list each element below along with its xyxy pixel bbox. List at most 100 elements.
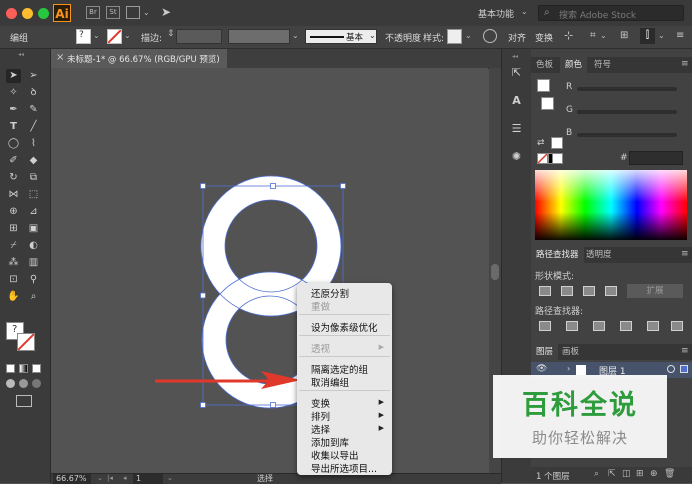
brush-chevron-icon[interactable]: ⌄	[369, 31, 376, 40]
brush-definition-dropdown[interactable]: 基本	[305, 29, 377, 44]
locate-object-icon[interactable]: ⌕	[594, 469, 599, 479]
exclude-icon[interactable]	[605, 286, 617, 296]
export-icon[interactable]: ⇱	[509, 65, 524, 80]
rotate-tool-icon[interactable]: ↻	[6, 171, 21, 185]
pathfinder-panel-menu-icon[interactable]: ≡	[681, 249, 689, 259]
draw-inside-icon[interactable]	[32, 379, 41, 388]
out-of-gamut-swatch[interactable]	[551, 137, 563, 149]
close-tab-icon[interactable]: ×	[56, 52, 64, 63]
zoom-tool-icon[interactable]: ⌕	[26, 290, 41, 304]
menu-item-add-to-library[interactable]: 添加到库	[311, 435, 349, 449]
blue-channel-slider[interactable]	[577, 133, 677, 137]
stroke-color-box[interactable]	[17, 333, 35, 351]
menu-item-isolate-group[interactable]: 隔离选定的组	[311, 362, 368, 376]
menu-item-select[interactable]: 选择	[311, 422, 330, 436]
layers-panel-menu-icon[interactable]: ≡	[681, 346, 689, 356]
red-channel-slider[interactable]	[577, 87, 677, 91]
ellipse-tool-icon[interactable]: ◯	[6, 137, 21, 151]
dock-collapse-icon[interactable]: ◂◂	[512, 53, 518, 60]
tab-layers[interactable]: 图层	[531, 344, 559, 360]
artboard-canvas[interactable]	[51, 68, 488, 473]
workspace-chevron-icon[interactable]: ⌄	[521, 7, 528, 16]
gradient-tool-icon[interactable]: ▣	[26, 222, 41, 236]
tab-pathfinder[interactable]: 路径查找器	[531, 247, 584, 263]
minus-front-icon[interactable]	[561, 286, 573, 296]
transform-link[interactable]: 变换	[535, 31, 553, 44]
align-left-icon[interactable]: ⫿	[640, 28, 655, 44]
stroke-weight-field[interactable]	[176, 29, 222, 44]
none-mode-icon[interactable]	[32, 364, 41, 373]
opacity-label[interactable]: 不透明度	[385, 31, 421, 44]
expand-layer-icon[interactable]: ›	[567, 364, 570, 373]
menu-item-pixel-optimize[interactable]: 设为像素级优化	[311, 320, 378, 334]
align-chevron-icon[interactable]: ⌄	[658, 31, 665, 40]
profile-chevron-icon[interactable]: ⌄	[292, 31, 299, 40]
menu-item-transform[interactable]: 变换	[311, 396, 330, 410]
panel-collapse-icon[interactable]: ◂◂	[18, 51, 24, 58]
menu-item-export-selection[interactable]: 导出所选项目...	[311, 461, 377, 475]
zoom-chevron-icon[interactable]: ⌄	[97, 474, 103, 482]
stroke-chevron-icon[interactable]: ⌄	[124, 31, 131, 40]
shaper-tool-icon[interactable]: ✐	[6, 154, 21, 168]
menu-item-collect-for-export[interactable]: 收集以导出	[311, 448, 359, 462]
isolate-chevron-icon[interactable]: ⌄	[600, 31, 607, 40]
stock-search-input[interactable]: ⌕ 搜索 Adobe Stock	[538, 5, 684, 21]
send-icon[interactable]: ➤	[161, 5, 171, 19]
align-link[interactable]: 对齐	[508, 31, 526, 44]
free-transform-icon[interactable]: ⬚	[26, 188, 41, 202]
paintbrush-icon[interactable]: ⌇	[26, 137, 41, 151]
unite-icon[interactable]	[539, 286, 551, 296]
menu-item-arrange[interactable]: 排列	[311, 409, 330, 423]
merge-icon[interactable]	[593, 321, 605, 331]
outline-icon[interactable]	[647, 321, 659, 331]
gradient-mode-icon[interactable]	[19, 364, 28, 373]
delete-layer-icon[interactable]: 🗑	[664, 469, 675, 479]
paragraph-panel-icon[interactable]: ☰	[509, 121, 524, 136]
line-tool-icon[interactable]: ╱	[26, 120, 41, 134]
arrange-documents-icon[interactable]	[126, 6, 140, 19]
color-fill-box[interactable]	[537, 79, 550, 92]
tab-swatches[interactable]: 色板	[531, 57, 558, 73]
magic-wand-icon[interactable]: ✧	[6, 86, 21, 100]
export-layer-icon[interactable]: ⇱	[608, 469, 616, 479]
curvature-tool-icon[interactable]: ✎	[26, 103, 41, 117]
artboard-chevron-icon[interactable]: ⌄	[167, 474, 173, 482]
type-tool-icon[interactable]: T	[6, 120, 21, 134]
scale-tool-icon[interactable]: ⧉	[26, 171, 41, 185]
white-swatch[interactable]	[552, 153, 563, 164]
draw-normal-icon[interactable]	[6, 379, 15, 388]
expand-button[interactable]: 扩展	[627, 284, 683, 298]
window-minimize-button[interactable]	[22, 8, 33, 19]
tab-transparency[interactable]: 透明度	[581, 247, 617, 263]
new-layer-icon[interactable]: ⊕	[650, 469, 658, 479]
blend-tool-icon[interactable]: ◐	[26, 239, 41, 253]
swap-color-icon[interactable]: ⇄	[537, 138, 545, 148]
color-spectrum[interactable]	[535, 170, 687, 240]
eraser-icon[interactable]: ◆	[26, 154, 41, 168]
recolor-artwork-icon[interactable]	[483, 29, 497, 43]
layer-target-icon[interactable]	[667, 365, 675, 373]
lasso-icon[interactable]: ꝺ	[26, 86, 41, 100]
hand-tool-icon[interactable]: ✋	[6, 290, 21, 304]
chevron-down-icon[interactable]: ⌄	[143, 8, 150, 17]
window-close-button[interactable]	[6, 8, 17, 19]
intersect-icon[interactable]	[583, 286, 595, 296]
green-channel-slider[interactable]	[577, 110, 677, 114]
layer-selection-indicator[interactable]	[680, 365, 688, 373]
color-mode-icon[interactable]	[6, 364, 15, 373]
visibility-eye-icon[interactable]: 👁	[536, 364, 547, 374]
hex-input[interactable]	[629, 151, 683, 165]
divide-icon[interactable]	[539, 321, 551, 331]
appearance-panel-icon[interactable]: ✺	[509, 149, 524, 164]
pen-tool-icon[interactable]: ✒	[6, 103, 21, 117]
symbol-sprayer-icon[interactable]: ⁂	[6, 256, 21, 270]
bridge-icon[interactable]: Br	[86, 6, 100, 19]
isolate-icon[interactable]: ⊹	[564, 29, 573, 42]
artboard-tool-icon[interactable]: ⊡	[6, 273, 21, 287]
width-tool-icon[interactable]: ⋈	[6, 188, 21, 202]
workspace-switcher[interactable]: 基本功能	[478, 7, 514, 20]
panel-menu-icon[interactable]: ≡	[676, 30, 684, 41]
clipping-mask-icon[interactable]: ◫	[622, 469, 631, 479]
selection-tool-icon[interactable]: ➤	[6, 69, 21, 83]
distribute-icon[interactable]: ⊞	[620, 30, 628, 41]
